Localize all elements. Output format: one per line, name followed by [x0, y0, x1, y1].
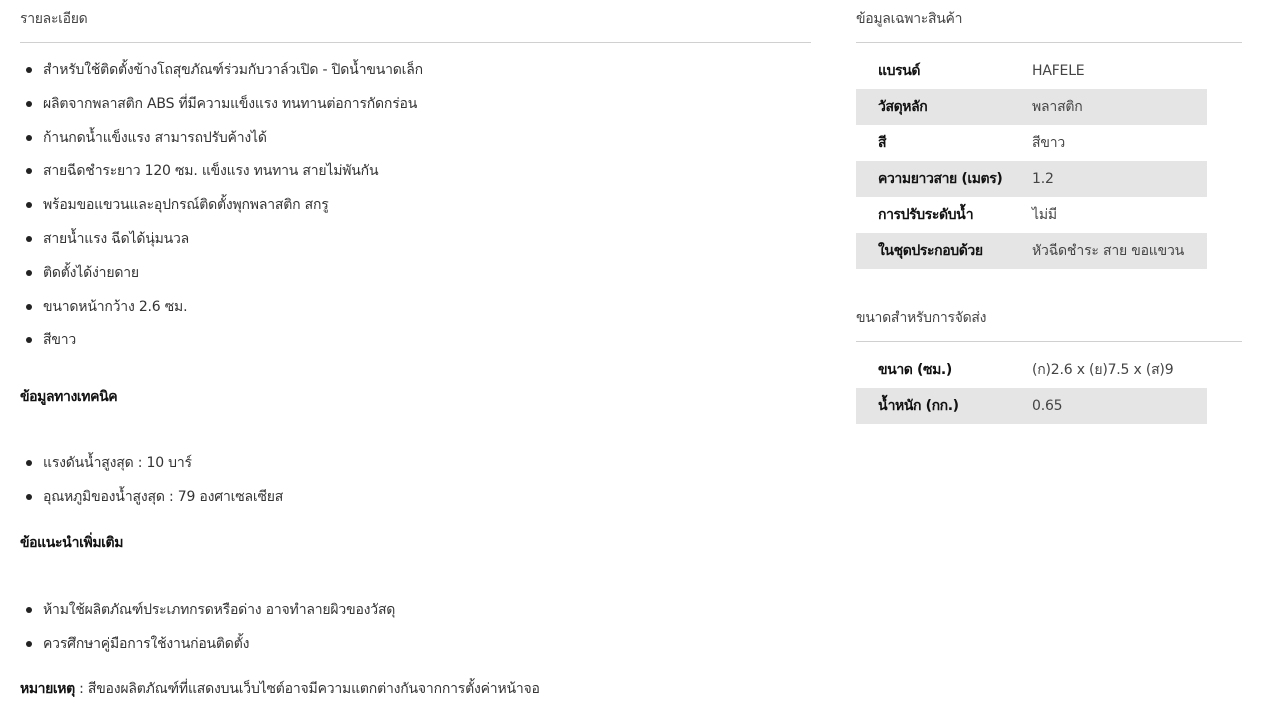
list-item: ผลิตจากพลาสติก ABS ที่มีความแข็งแรง ทนทา… [20, 87, 811, 121]
spec-value: HAFELE [1032, 63, 1085, 79]
specs-title: ข้อมูลเฉพาะสินค้า [856, 0, 1242, 43]
spec-value: หัวฉีดชำระ สาย ขอแขวน [1032, 233, 1207, 269]
list-item: สายน้ำแรง ฉีดได้นุ่มนวล [20, 222, 811, 256]
table-row: ในชุดประกอบด้วย หัวฉีดชำระ สาย ขอแขวน [856, 233, 1207, 269]
specs-table: แบรนด์ HAFELE วัสดุหลัก พลาสติก สี สีขาว… [856, 53, 1207, 269]
shipping-table-wrap: ขนาด (ซม.) (ก)2.6 x (ย)7.5 x (ส)9 น้ำหนั… [856, 342, 1207, 424]
note-label: หมายเหตุ [20, 681, 75, 697]
list-item: ขนาดหน้ากว้าง 2.6 ซม. [20, 290, 811, 324]
list-item: สำหรับใช้ติดตั้งข้างโถสุขภัณฑ์ร่วมกับวาล… [20, 53, 811, 87]
spec-key: ในชุดประกอบด้วย [856, 233, 1032, 269]
table-row: การปรับระดับน้ำ ไม่มี [856, 197, 1207, 233]
note-text: : สีของผลิตภัณฑ์ที่แสดงบนเว็บไซต์อาจมีคว… [74, 681, 540, 697]
advice-heading: ข้อแนะนำเพิ่มเติม [20, 535, 124, 551]
table-row: ขนาด (ซม.) (ก)2.6 x (ย)7.5 x (ส)9 [856, 352, 1207, 388]
tech-heading: ข้อมูลทางเทคนิค [20, 389, 118, 405]
feature-list: สำหรับใช้ติดตั้งข้างโถสุขภัณฑ์ร่วมกับวาล… [20, 53, 811, 357]
list-item: พร้อมขอแขวนและอุปกรณ์ติดตั้งพุกพลาสติก ส… [20, 188, 811, 222]
shipping-value: (ก)2.6 x (ย)7.5 x (ส)9 [1032, 362, 1174, 378]
shipping-value: 0.65 [1032, 388, 1207, 424]
details-title: รายละเอียด [20, 0, 811, 43]
list-item: สีขาว [20, 323, 811, 357]
spec-key: แบรนด์ [878, 63, 921, 79]
list-item: สายฉีดชำระยาว 120 ซม. แข็งแรง ทนทาน สายไ… [20, 154, 811, 188]
spec-value: ไม่มี [1032, 207, 1057, 223]
shipping-table: ขนาด (ซม.) (ก)2.6 x (ย)7.5 x (ส)9 น้ำหนั… [856, 352, 1207, 424]
specs-section: ข้อมูลเฉพาะสินค้า แบรนด์ HAFELE วัสดุหลั… [856, 0, 1242, 424]
spec-value: สีขาว [1032, 135, 1066, 151]
list-item: ก้านกดน้ำแข็งแรง สามารถปรับค้างได้ [20, 121, 811, 155]
list-item: แรงดันน้ำสูงสุด : 10 บาร์ [20, 446, 283, 480]
spec-value: 1.2 [1032, 161, 1207, 197]
shipping-key: ขนาด (ซม.) [878, 362, 952, 378]
spec-key: สี [878, 135, 887, 151]
list-item: อุณหภูมิของน้ำสูงสุด : 79 องศาเซลเซียส [20, 480, 283, 514]
list-item: ควรศึกษาคู่มือการใช้งานก่อนติดตั้ง [20, 627, 395, 661]
table-row: แบรนด์ HAFELE [856, 53, 1207, 89]
table-row: สี สีขาว [856, 125, 1207, 161]
advice-list: ห้ามใช้ผลิตภัณฑ์ประเภทกรดหรือด่าง อาจทำล… [20, 593, 395, 661]
note: หมายเหตุ : สีของผลิตภัณฑ์ที่แสดงบนเว็บไซ… [20, 678, 540, 700]
list-item: ติดตั้งได้ง่ายดาย [20, 256, 811, 290]
tech-list: แรงดันน้ำสูงสุด : 10 บาร์ อุณหภูมิของน้ำ… [20, 446, 283, 514]
table-row: วัสดุหลัก พลาสติก [856, 89, 1207, 125]
list-item: ห้ามใช้ผลิตภัณฑ์ประเภทกรดหรือด่าง อาจทำล… [20, 593, 395, 627]
shipping-title: ขนาดสำหรับการจัดส่ง [856, 299, 1242, 342]
spec-value: พลาสติก [1032, 89, 1207, 125]
spec-key: ความยาวสาย (เมตร) [856, 161, 1032, 197]
table-row: น้ำหนัก (กก.) 0.65 [856, 388, 1207, 424]
details-section: รายละเอียด สำหรับใช้ติดตั้งข้างโถสุขภัณฑ… [20, 0, 811, 697]
table-row: ความยาวสาย (เมตร) 1.2 [856, 161, 1207, 197]
spec-key: การปรับระดับน้ำ [878, 207, 974, 223]
shipping-key: น้ำหนัก (กก.) [856, 388, 1032, 424]
spec-key: วัสดุหลัก [856, 89, 1032, 125]
